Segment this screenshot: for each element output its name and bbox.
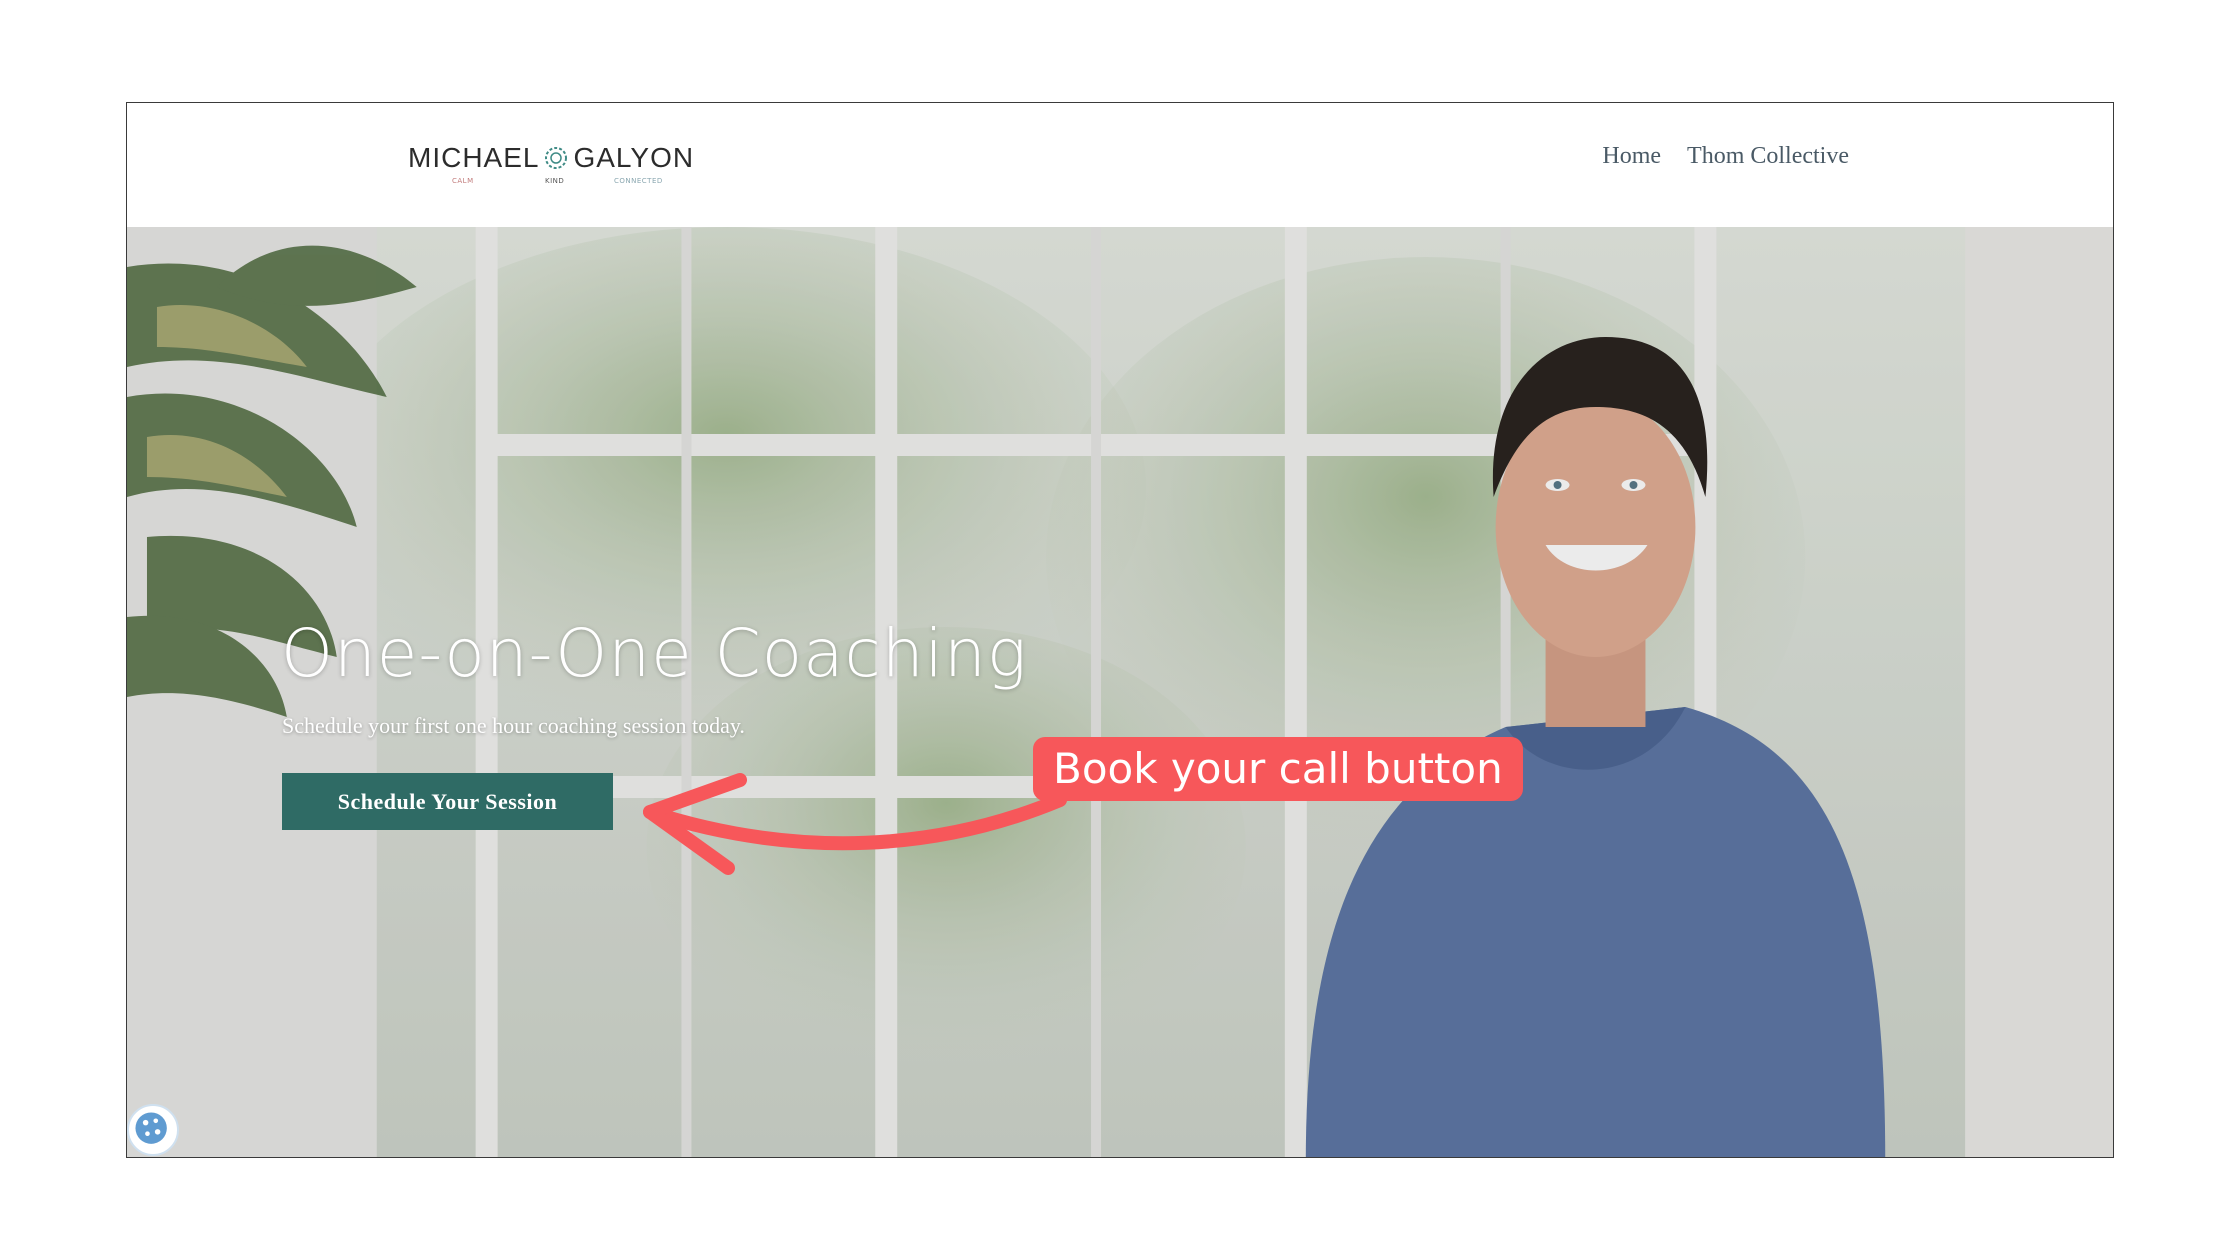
cookie-icon <box>135 1112 167 1144</box>
logo-first-name: MICHAEL <box>408 142 540 173</box>
cookie-settings-button[interactable] <box>127 1104 179 1156</box>
main-nav: Home Thom Collective <box>1602 143 1849 170</box>
browser-screenshot-frame: MICHAEL GALYON CALM KIND CONNECTED Home … <box>126 102 2114 1158</box>
site-logo[interactable]: MICHAEL GALYON CALM KIND CONNECTED <box>408 141 708 201</box>
hero-title: One-on-One Coaching <box>281 615 1028 692</box>
hero-subtitle: Schedule your first one hour coaching se… <box>282 713 745 738</box>
annotation-callout: Book your call button <box>1033 737 1523 801</box>
teal-rosette-icon <box>545 147 568 169</box>
hero-section: One-on-One Coaching Schedule your first … <box>127 227 2113 1157</box>
logo-last-name: GALYON <box>573 142 695 173</box>
nav-home-link[interactable]: Home <box>1602 143 1661 170</box>
nav-thom-collective-link[interactable]: Thom Collective <box>1687 143 1849 170</box>
schedule-session-button[interactable]: Schedule Your Session <box>282 773 613 830</box>
logo-tag-kind: KIND <box>545 177 565 185</box>
site-header: MICHAEL GALYON CALM KIND CONNECTED Home … <box>127 103 2113 227</box>
hero-background-image <box>127 227 2113 1157</box>
logo-tag-connected: CONNECTED <box>614 177 663 185</box>
logo-tag-calm: CALM <box>452 177 474 185</box>
